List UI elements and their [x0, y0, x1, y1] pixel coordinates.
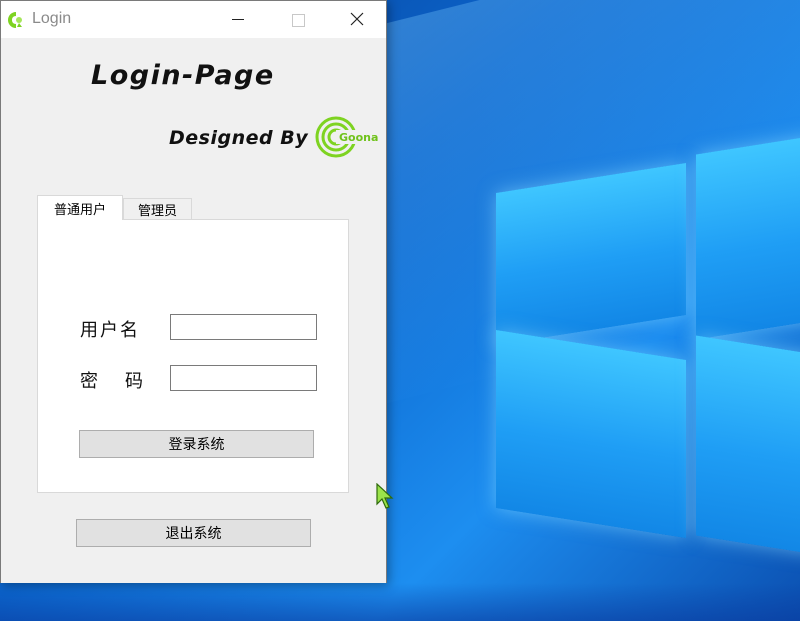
minimize-button[interactable] — [208, 1, 268, 38]
login-button[interactable]: 登录系统 — [79, 430, 314, 458]
tab-regular-user[interactable]: 普通用户 — [37, 195, 124, 220]
window-title: Login — [32, 10, 72, 27]
tab-admin[interactable]: 管理员 — [123, 198, 193, 220]
maximize-button[interactable] — [268, 1, 328, 38]
login-form-panel: 用户名 密码 登录系统 — [37, 219, 349, 493]
user-type-tabs: 普通用户 管理员 — [37, 195, 193, 220]
windows-logo-pane — [496, 329, 686, 539]
brand-logo: Goona — [315, 116, 387, 158]
close-button[interactable] — [328, 1, 388, 38]
designed-by-text: Designed By — [169, 127, 309, 149]
mouse-cursor-icon — [376, 482, 394, 509]
svg-text:Goona: Goona — [339, 131, 378, 144]
page-heading: Login-Page — [91, 60, 275, 91]
password-label: 密码 — [80, 371, 170, 392]
username-input[interactable] — [170, 314, 317, 340]
windows-logo-pane — [496, 162, 686, 346]
password-input[interactable] — [170, 365, 317, 391]
windows-logo-pane — [696, 135, 800, 340]
windows-logo-pane — [696, 335, 800, 555]
login-window: Login Login-Page Designed By Goona 普通用户 … — [0, 0, 387, 583]
desktop-bottom-shade — [0, 583, 800, 621]
windows-logo — [496, 135, 800, 555]
username-label: 用户名 — [80, 320, 140, 341]
window-client-area: Login-Page Designed By Goona 普通用户 管理员 用户… — [1, 38, 386, 583]
app-icon — [7, 11, 25, 29]
title-bar[interactable]: Login — [1, 1, 386, 38]
close-icon — [350, 12, 364, 26]
exit-button[interactable]: 退出系统 — [76, 519, 311, 547]
